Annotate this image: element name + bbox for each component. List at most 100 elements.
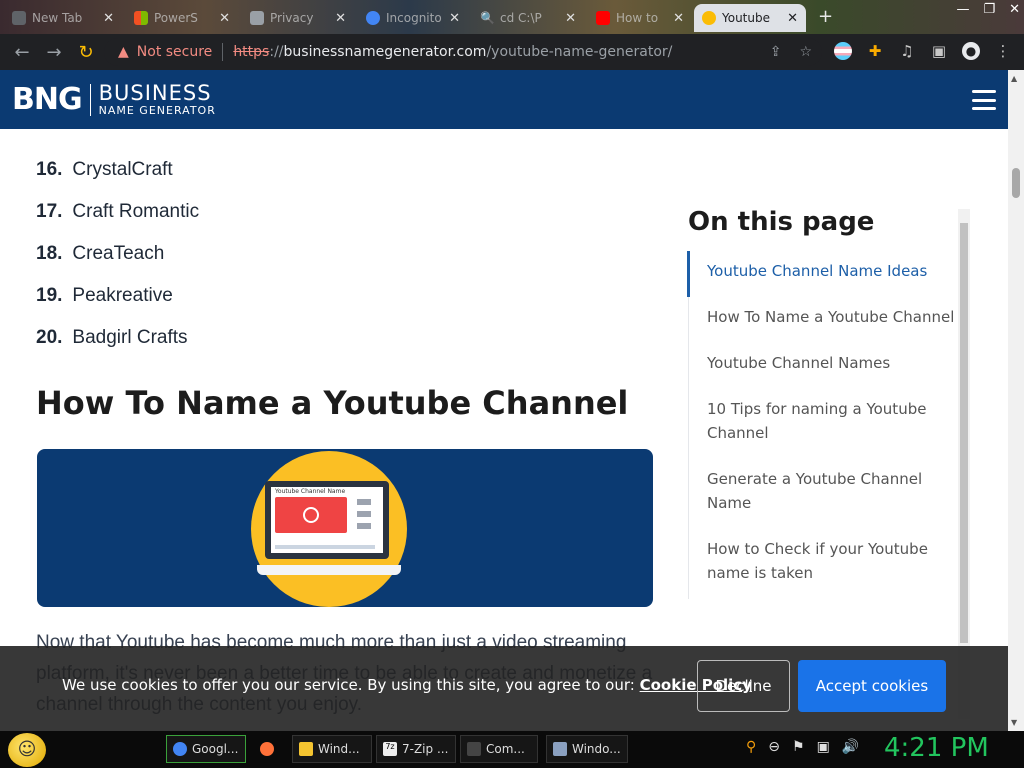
- status-icon[interactable]: ⊖: [768, 739, 780, 755]
- back-icon[interactable]: ←: [6, 42, 38, 63]
- pride-flag-extension-icon[interactable]: [834, 42, 852, 60]
- url-separator: ://: [269, 44, 284, 60]
- media-control-icon[interactable]: ♫: [898, 42, 916, 60]
- close-icon[interactable]: ✕: [103, 11, 114, 26]
- tab-youtube-how-to[interactable]: How to ✕: [588, 4, 692, 32]
- list-item-name: Craft Romantic: [72, 201, 200, 222]
- close-icon[interactable]: ✕: [449, 11, 460, 26]
- list-item-number: 19.: [36, 285, 63, 306]
- reload-icon[interactable]: ↻: [70, 42, 102, 63]
- tab-search[interactable]: 🔍 cd C:\P ✕: [472, 4, 584, 32]
- tab-youtube-active[interactable]: Youtube ✕: [694, 4, 806, 32]
- page-scrollbar[interactable]: ▲ ▼: [1008, 70, 1024, 731]
- profile-avatar-icon[interactable]: ●: [962, 42, 980, 60]
- folder-icon: [299, 742, 313, 756]
- taskbar: ☺ Googl... Wind... 7z 7-Zip ... Com... W…: [0, 731, 1024, 768]
- close-icon[interactable]: ✕: [219, 11, 230, 26]
- scrollbar-thumb[interactable]: [1012, 168, 1020, 198]
- volume-icon[interactable]: 🔊: [842, 739, 859, 755]
- list-item-number: 20.: [36, 327, 63, 348]
- toc-scrollbar[interactable]: [958, 209, 970, 719]
- page-content: 16. CrystalCraft 17. Craft Romantic 18. Cre…: [0, 129, 1008, 731]
- toc-item-name-ideas[interactable]: Youtube Channel Name Ideas: [687, 251, 958, 297]
- system-tray: ⚲ ⊖ ⚑ ▣ 🔊: [746, 739, 859, 755]
- scrollbar-thumb[interactable]: [960, 223, 968, 643]
- tab-incognito[interactable]: Incognito ✕: [358, 4, 468, 32]
- toc-item-generate[interactable]: Generate a Youtube Channel Name: [689, 459, 958, 529]
- taskbar-clock[interactable]: 4:21 PM: [884, 733, 989, 763]
- toc-item-10-tips[interactable]: 10 Tips for naming a Youtube Channel: [689, 389, 958, 459]
- decline-button[interactable]: Decline: [697, 660, 790, 712]
- close-icon[interactable]: ✕: [673, 11, 684, 26]
- tab-label: Youtube: [722, 11, 770, 25]
- toc-item-check-taken[interactable]: How to Check if your Youtube name is tak…: [689, 529, 958, 599]
- list-item-number: 17.: [36, 201, 63, 222]
- tab-favicon-icon: [250, 11, 264, 25]
- window-controls: — ❐ ✕: [956, 2, 1020, 17]
- flag-icon[interactable]: ⚑: [792, 739, 805, 755]
- taskbar-label: Com...: [486, 742, 525, 756]
- taskbar-windows[interactable]: Windo...: [546, 735, 628, 763]
- thumb: [357, 511, 371, 517]
- forward-icon[interactable]: →: [38, 42, 70, 63]
- youtube-icon: [596, 11, 610, 25]
- tab-label: Privacy: [270, 11, 314, 25]
- taskbar-label: 7-Zip ...: [402, 742, 449, 756]
- site-logo[interactable]: BNG BUSINESS NAME GENERATOR: [12, 82, 216, 117]
- tab-label: New Tab: [32, 11, 83, 25]
- close-icon[interactable]: ✕: [787, 11, 798, 26]
- url-scheme: https: [233, 44, 270, 60]
- video-thumbnail: [275, 497, 347, 533]
- close-window-icon[interactable]: ✕: [1009, 2, 1020, 17]
- cookie-consent-bar: We use cookies to offer you our service.…: [0, 646, 1008, 731]
- close-icon[interactable]: ✕: [565, 11, 576, 26]
- network-icon[interactable]: ▣: [817, 739, 830, 755]
- taskbar-7zip[interactable]: 7z 7-Zip ...: [376, 735, 456, 763]
- close-icon[interactable]: ✕: [335, 11, 346, 26]
- toc-item-how-to-name[interactable]: How To Name a Youtube Channel: [689, 297, 958, 343]
- share-icon[interactable]: ⇪: [770, 44, 782, 60]
- taskbar-label: Googl...: [192, 742, 239, 756]
- taskbar-windows-explorer[interactable]: Wind...: [292, 735, 372, 763]
- not-secure-label[interactable]: Not secure: [137, 44, 213, 60]
- hamburger-menu-icon[interactable]: [972, 90, 996, 110]
- url-host: businessnamegenerator.com: [283, 44, 487, 60]
- tab-powershell[interactable]: PowerS ✕: [126, 4, 238, 32]
- cookie-message: We use cookies to offer you our service.…: [62, 676, 752, 694]
- tab-favicon-icon: [12, 11, 26, 25]
- start-button-icon[interactable]: ☺: [8, 733, 46, 767]
- youtube-illustration-banner: Youtube Channel Name: [37, 449, 653, 607]
- tab-label: How to: [616, 11, 659, 25]
- thumb: [357, 499, 371, 505]
- accept-cookies-button[interactable]: Accept cookies: [798, 660, 946, 712]
- minimize-icon[interactable]: —: [956, 2, 969, 17]
- scroll-down-icon[interactable]: ▼: [1011, 718, 1017, 727]
- extensions-area: ✚ ♫ ▣ ● ⋮: [834, 42, 1012, 60]
- list-item: 18. CreaTeach: [36, 233, 199, 275]
- taskbar-command-prompt[interactable]: Com...: [460, 735, 538, 763]
- tab-privacy[interactable]: Privacy ✕: [242, 4, 354, 32]
- logo-text-top: BUSINESS: [98, 81, 212, 105]
- toc-item-channel-names[interactable]: Youtube Channel Names: [689, 343, 958, 389]
- toc-list: Youtube Channel Name Ideas How To Name a…: [687, 251, 958, 599]
- bookmark-star-icon[interactable]: ☆: [799, 44, 812, 60]
- new-tab-button[interactable]: +: [818, 6, 833, 27]
- list-item: 20. Badgirl Crafts: [36, 317, 199, 359]
- menu-dots-icon[interactable]: ⋮: [994, 42, 1012, 60]
- extensions-puzzle-icon[interactable]: ✚: [866, 42, 884, 60]
- search-icon[interactable]: ⚲: [746, 739, 756, 755]
- tab-strip: New Tab ✕ PowerS ✕ Privacy ✕ Incognito ✕…: [0, 0, 1024, 34]
- tab-new-tab[interactable]: New Tab ✕: [4, 4, 122, 32]
- maximize-icon[interactable]: ❐: [983, 2, 995, 17]
- divider: [222, 43, 224, 61]
- laptop-illustration: Youtube Channel Name: [265, 481, 389, 559]
- logo-mark: BNG: [12, 82, 83, 117]
- taskbar-firefox[interactable]: [254, 735, 286, 763]
- tab-label: Incognito: [386, 11, 442, 25]
- scroll-up-icon[interactable]: ▲: [1011, 74, 1017, 83]
- side-panel-icon[interactable]: ▣: [930, 42, 948, 60]
- terminal-icon: [467, 742, 481, 756]
- taskbar-chrome[interactable]: Googl...: [166, 735, 246, 763]
- address-bar[interactable]: ▲ Not secure https :// businessnamegener…: [104, 38, 822, 66]
- list-item-name: Peakreative: [72, 285, 173, 306]
